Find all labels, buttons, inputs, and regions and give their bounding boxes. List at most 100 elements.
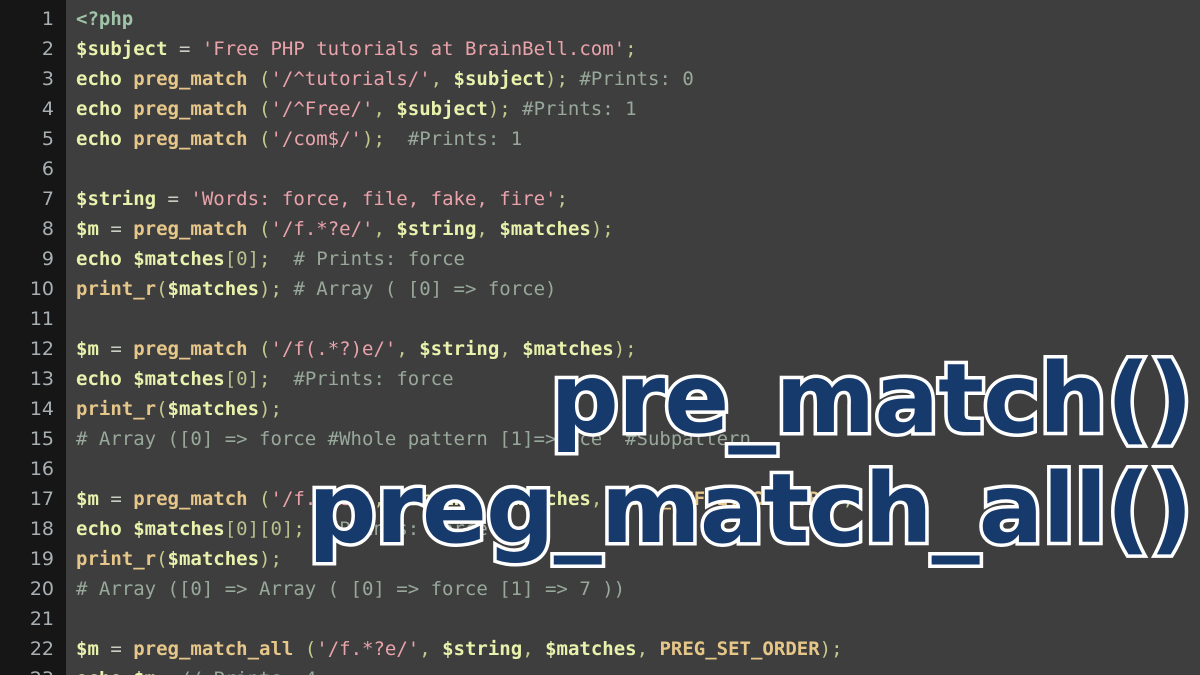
code-token-var: $subject — [453, 68, 546, 90]
code-line: print_r($matches); — [76, 394, 1200, 424]
code-token-punct: ); — [545, 68, 568, 90]
line-number: 22 — [29, 638, 54, 660]
code-token-var: $matches — [499, 488, 591, 510]
line-number: 7 — [41, 188, 54, 210]
code-token-punct: ); — [259, 278, 282, 300]
code-token-str: '/f.*?e/' — [270, 218, 374, 240]
code-token-punct: ; — [259, 368, 271, 390]
code-line: echo preg_match ('/^tutorials/', $subjec… — [76, 64, 1200, 94]
code-token-cmt: # Array ([0] => Array ( [0] => force [1]… — [76, 578, 626, 600]
code-token-plain: echo — [76, 128, 134, 150]
code-line: echo $matches[0]; # Prints: force — [76, 244, 1200, 274]
code-token-idx: [0][0] — [224, 518, 294, 540]
line-number-gutter: 123456789101112131415161718192021222324 — [0, 0, 66, 675]
code-line: echo $matches[0][0]; //Prints: force — [76, 514, 1200, 544]
code-token-var: $m — [133, 668, 156, 675]
code-token-var: $string — [442, 638, 523, 660]
code-token-punct: ; — [293, 518, 305, 540]
code-token-cmt: # Prints: force — [270, 248, 465, 270]
code-token-op: = — [98, 218, 134, 240]
code-token-punct: , — [636, 638, 660, 660]
code-token-fn: preg_match — [133, 128, 248, 150]
code-token-var: $m — [76, 638, 99, 660]
code-token-punct: , — [419, 638, 443, 660]
line-number: 9 — [41, 248, 54, 270]
code-token-punct: ( — [156, 548, 168, 570]
code-token-var: $matches — [545, 638, 637, 660]
code-token-str: '/f.*?e/' — [270, 488, 374, 510]
code-token-plain: echo — [76, 518, 134, 540]
code-token-plain: echo — [76, 98, 134, 120]
line-number: 18 — [29, 518, 54, 540]
code-token-var: $subject — [396, 98, 488, 120]
code-line: $string = 'Words: force, file, fake, fir… — [76, 184, 1200, 214]
code-token-punct: , — [373, 488, 397, 510]
line-number: 5 — [41, 128, 54, 150]
code-token-op: = — [167, 38, 202, 60]
code-token-cmt: #Prints: 1 — [384, 128, 523, 150]
code-token-punct: ( — [156, 278, 168, 300]
code-token-punct: ); — [819, 638, 843, 660]
code-token-punct: , — [373, 98, 397, 120]
line-number: 3 — [41, 68, 54, 90]
line-number: 15 — [29, 428, 54, 450]
code-line: # Array ([0] => force #Whole pattern [1]… — [76, 424, 1200, 454]
line-number: 21 — [29, 608, 54, 630]
code-line: # Array ([0] => Array ( [0] => force [1]… — [76, 574, 1200, 604]
code-area[interactable]: <?php $subject = 'Free PHP tutorials at B… — [66, 0, 1200, 675]
line-number: 19 — [29, 548, 54, 570]
code-token-punct: ( — [156, 398, 168, 420]
code-token-punct: ); — [487, 98, 511, 120]
code-token-cmt: # Array ([0] => force #Whole pattern [1]… — [76, 428, 751, 450]
code-token-op: = — [156, 188, 191, 210]
code-token-punct: ); — [259, 398, 282, 420]
code-line: echo $matches[0]; #Prints: force — [76, 364, 1200, 394]
code-token-idx: [0] — [224, 248, 260, 270]
code-token-punct: ( — [247, 218, 271, 240]
code-token-op: = — [98, 338, 134, 360]
code-token-fn: preg_match — [133, 338, 248, 360]
code-token-punct: ); — [259, 548, 282, 570]
code-token-punct: , — [476, 218, 500, 240]
code-token-punct: ; — [156, 668, 167, 675]
code-token-var: $matches — [133, 368, 225, 390]
line-number: 17 — [29, 488, 54, 510]
code-token-punct: ); — [613, 338, 637, 360]
code-token-cmt: //Prints: force — [304, 518, 488, 540]
code-token-var: $matches — [133, 248, 225, 270]
code-token-tag: <?php — [76, 8, 134, 30]
code-token-punct: , — [396, 338, 420, 360]
code-token-punct: ( — [247, 488, 271, 510]
code-editor: 123456789101112131415161718192021222324 … — [0, 0, 1200, 675]
code-token-fn: preg_match_all — [133, 638, 294, 660]
code-line: <?php — [76, 4, 1200, 34]
code-token-punct: ; — [625, 38, 637, 60]
code-token-punct: ); — [362, 128, 385, 150]
code-line: echo preg_match ('/com$/'); #Prints: 1 — [76, 124, 1200, 154]
code-token-punct: , — [590, 488, 614, 510]
code-token-cmt: #Prints: force — [270, 368, 454, 390]
code-token-cmt: #Prints: 1 — [510, 98, 637, 120]
line-number: 1 — [41, 8, 54, 30]
code-token-punct: ); — [590, 218, 614, 240]
code-line: print_r($matches); # Array ( [0] => forc… — [76, 274, 1200, 304]
code-token-str: 'Words: force, file, fake, fire' — [190, 188, 557, 210]
code-line: echo preg_match ('/^Free/', $subject); #… — [76, 94, 1200, 124]
code-token-punct: ( — [247, 128, 271, 150]
code-token-var: $m — [76, 338, 99, 360]
code-token-op: = — [98, 638, 134, 660]
code-token-const: PREG_OFFSET_CAPTURE — [613, 488, 832, 510]
code-token-punct: ( — [247, 68, 271, 90]
code-token-punct: , — [499, 338, 523, 360]
code-line: $m = preg_match ('/f.*?e/', $string, $ma… — [76, 214, 1200, 244]
line-number: 20 — [29, 578, 54, 600]
code-token-var: $string — [396, 218, 477, 240]
line-number: 10 — [29, 278, 54, 300]
code-token-punct: ( — [247, 98, 271, 120]
line-number: 23 — [0, 664, 66, 675]
line-number: 4 — [41, 98, 54, 120]
code-token-var: $matches — [499, 218, 591, 240]
code-token-punct: , — [373, 218, 397, 240]
